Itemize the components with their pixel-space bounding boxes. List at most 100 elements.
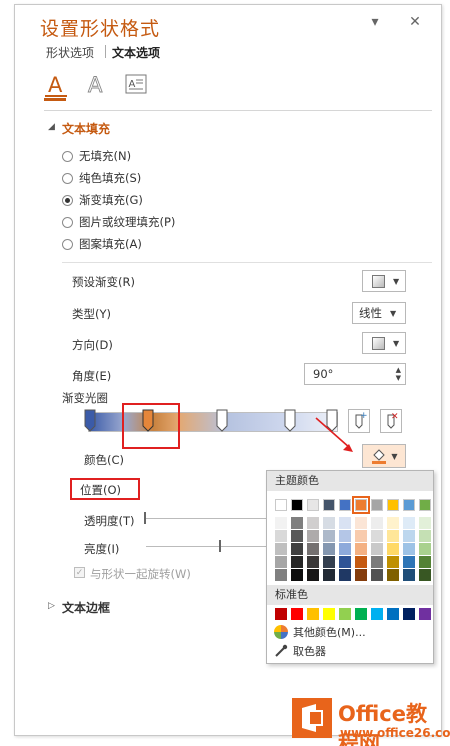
standard-color-swatch[interactable]	[275, 608, 287, 620]
theme-tint-swatch[interactable]	[323, 556, 335, 568]
standard-color-swatch[interactable]	[403, 608, 415, 620]
theme-tint-swatch[interactable]	[355, 556, 367, 568]
theme-tint-swatch[interactable]	[371, 543, 383, 555]
textbox-icon[interactable]: A	[124, 72, 148, 98]
theme-tint-swatch[interactable]	[291, 517, 303, 529]
radio-pattern-fill[interactable]: 图案填充(A)	[62, 235, 142, 253]
standard-color-swatch[interactable]	[387, 608, 399, 620]
theme-tint-swatch[interactable]	[387, 569, 399, 581]
theme-tint-swatch[interactable]	[323, 530, 335, 542]
radio-button[interactable]	[62, 150, 73, 162]
radio-button[interactable]	[62, 172, 73, 184]
rotate-with-shape-checkbox[interactable]: ✓	[74, 567, 85, 578]
theme-tint-swatch[interactable]	[387, 530, 399, 542]
theme-color-swatch[interactable]	[275, 499, 287, 511]
theme-tint-swatch[interactable]	[291, 530, 303, 542]
theme-tint-swatch[interactable]	[371, 569, 383, 581]
spinner-arrows-icon[interactable]: ▲ ▼	[396, 366, 401, 382]
theme-tint-swatch[interactable]	[307, 543, 319, 555]
theme-color-swatch[interactable]	[371, 499, 383, 511]
transparency-slider-track[interactable]	[146, 518, 266, 519]
tab-shape-options[interactable]: 形状选项	[46, 44, 94, 61]
theme-tint-swatch[interactable]	[419, 530, 431, 542]
theme-color-swatch[interactable]	[419, 499, 431, 511]
preset-gradient-dropdown[interactable]: ▼	[362, 270, 406, 292]
theme-tint-swatch[interactable]	[323, 517, 335, 529]
radio-no-fill[interactable]: 无填充(N)	[62, 147, 131, 165]
theme-tint-swatch[interactable]	[355, 569, 367, 581]
standard-color-swatch[interactable]	[307, 608, 319, 620]
theme-tint-swatch[interactable]	[371, 517, 383, 529]
theme-tint-swatch[interactable]	[355, 530, 367, 542]
theme-tint-swatch[interactable]	[323, 543, 335, 555]
theme-tint-swatch[interactable]	[403, 517, 415, 529]
pane-options-icon[interactable]: ▾	[366, 14, 384, 30]
theme-tint-swatch[interactable]	[291, 543, 303, 555]
theme-tint-swatch[interactable]	[419, 517, 431, 529]
standard-color-swatch[interactable]	[339, 608, 351, 620]
theme-tint-swatch[interactable]	[291, 556, 303, 568]
theme-tint-swatch[interactable]	[275, 569, 287, 581]
theme-tint-swatch[interactable]	[419, 569, 431, 581]
radio-button[interactable]	[62, 238, 73, 250]
theme-tint-swatch[interactable]	[307, 530, 319, 542]
standard-color-swatch[interactable]	[355, 608, 367, 620]
theme-tint-swatch[interactable]	[339, 517, 351, 529]
radio-button[interactable]	[62, 216, 73, 228]
text-border-header[interactable]: 文本边框	[62, 599, 110, 616]
theme-tint-swatch[interactable]	[323, 569, 335, 581]
tab-text-options[interactable]: 文本选项	[112, 44, 160, 61]
brightness-slider-handle[interactable]	[219, 540, 221, 552]
type-dropdown[interactable]: 线性 ▼	[352, 302, 406, 324]
theme-color-swatch[interactable]	[291, 499, 303, 511]
angle-spinner[interactable]: 90° ▲ ▼	[304, 363, 406, 385]
gradient-stop[interactable]	[84, 409, 96, 432]
theme-tint-swatch[interactable]	[355, 517, 367, 529]
standard-color-swatch[interactable]	[291, 608, 303, 620]
gradient-stop[interactable]	[216, 409, 228, 432]
text-fill-header[interactable]: 文本填充	[62, 120, 110, 137]
gradient-stop[interactable]	[284, 409, 296, 432]
theme-tint-swatch[interactable]	[403, 530, 415, 542]
direction-dropdown[interactable]: ▼	[362, 332, 406, 354]
theme-color-swatch[interactable]	[339, 499, 351, 511]
theme-tint-swatch[interactable]	[403, 569, 415, 581]
radio-button-selected[interactable]	[62, 194, 73, 206]
theme-tint-swatch[interactable]	[339, 556, 351, 568]
theme-tint-swatch[interactable]	[307, 556, 319, 568]
theme-tint-swatch[interactable]	[339, 569, 351, 581]
radio-gradient-fill[interactable]: 渐变填充(G)	[62, 191, 143, 209]
theme-tint-swatch[interactable]	[339, 543, 351, 555]
theme-tint-swatch[interactable]	[371, 530, 383, 542]
theme-tint-swatch[interactable]	[419, 556, 431, 568]
collapse-triangle-icon[interactable]: ◢	[48, 122, 55, 132]
theme-tint-swatch[interactable]	[371, 556, 383, 568]
standard-color-swatch[interactable]	[371, 608, 383, 620]
theme-tint-swatch[interactable]	[403, 556, 415, 568]
eyedropper-item[interactable]: 取色器	[273, 642, 326, 660]
theme-color-swatch[interactable]	[307, 499, 319, 511]
standard-color-swatch[interactable]	[419, 608, 431, 620]
theme-tint-swatch[interactable]	[387, 517, 399, 529]
theme-tint-swatch[interactable]	[339, 530, 351, 542]
brightness-slider-track[interactable]	[146, 546, 266, 547]
remove-gradient-stop-button[interactable]: ✕	[380, 409, 402, 433]
theme-color-swatch-selected[interactable]	[352, 496, 370, 514]
theme-tint-swatch[interactable]	[291, 569, 303, 581]
theme-tint-swatch[interactable]	[275, 517, 287, 529]
radio-solid-fill[interactable]: 纯色填充(S)	[62, 169, 141, 187]
radio-picture-fill[interactable]: 图片或纹理填充(P)	[62, 213, 175, 231]
standard-color-swatch[interactable]	[323, 608, 335, 620]
text-effects-icon[interactable]: A	[84, 72, 108, 98]
theme-tint-swatch[interactable]	[307, 517, 319, 529]
theme-color-swatch[interactable]	[403, 499, 415, 511]
text-fill-outline-icon[interactable]: A	[44, 72, 68, 98]
theme-tint-swatch[interactable]	[419, 543, 431, 555]
more-colors-item[interactable]: 其他颜色(M)...	[273, 623, 366, 641]
expand-triangle-icon[interactable]: ▷	[48, 601, 55, 611]
theme-color-swatch[interactable]	[387, 499, 399, 511]
theme-tint-swatch[interactable]	[275, 556, 287, 568]
theme-tint-swatch[interactable]	[387, 556, 399, 568]
close-icon[interactable]: ✕	[406, 14, 424, 30]
theme-tint-swatch[interactable]	[387, 543, 399, 555]
